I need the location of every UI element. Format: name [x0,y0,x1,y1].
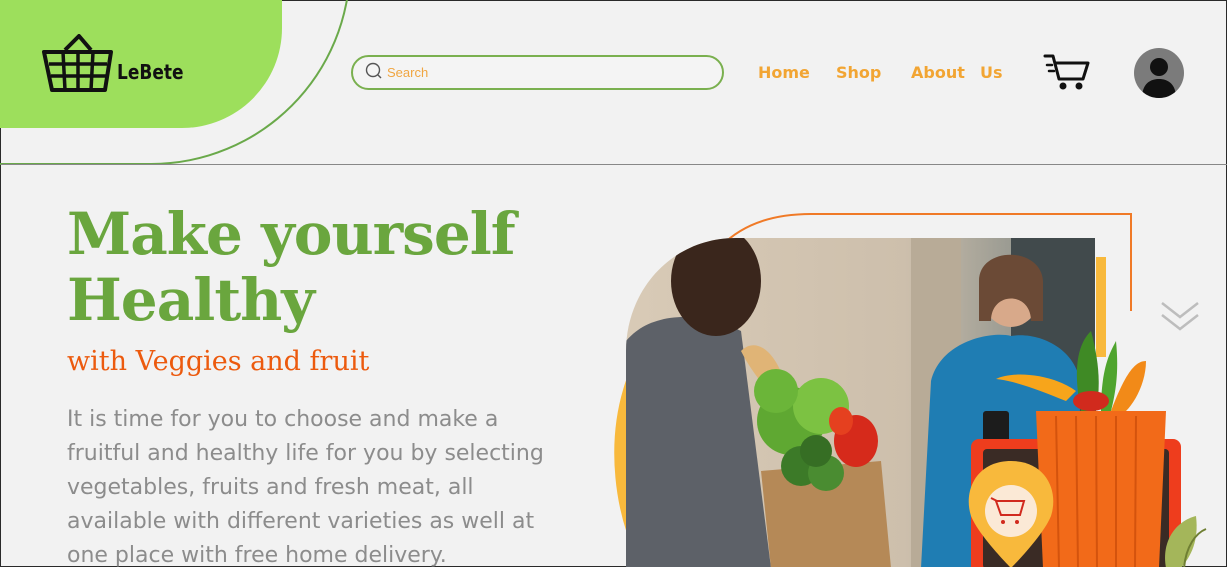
nav-shop[interactable]: Shop [836,63,881,82]
hero-image [611,211,1211,567]
user-icon[interactable] [1134,48,1184,98]
cart-icon[interactable] [1043,53,1091,97]
hero-title-line1: Make yourself [67,200,516,268]
basket-icon [41,34,115,96]
nav-about[interactable]: About [911,63,965,82]
brand-name: LeBete [117,60,184,84]
nav-home[interactable]: Home [758,63,810,82]
hero-title: Make yourself Healthy [67,200,516,334]
hero-subtitle: with Veggies and fruit [67,346,370,377]
brand-logo[interactable]: LeBete [41,34,195,96]
header-divider [1,164,1227,165]
search-icon [365,62,383,84]
hero-title-line2: Healthy [67,266,315,334]
search-bar[interactable] [351,55,724,90]
hero-description: It is time for you to choose and make a … [67,407,544,567]
nav-us[interactable]: Us [980,63,1003,82]
search-input[interactable] [387,65,707,80]
